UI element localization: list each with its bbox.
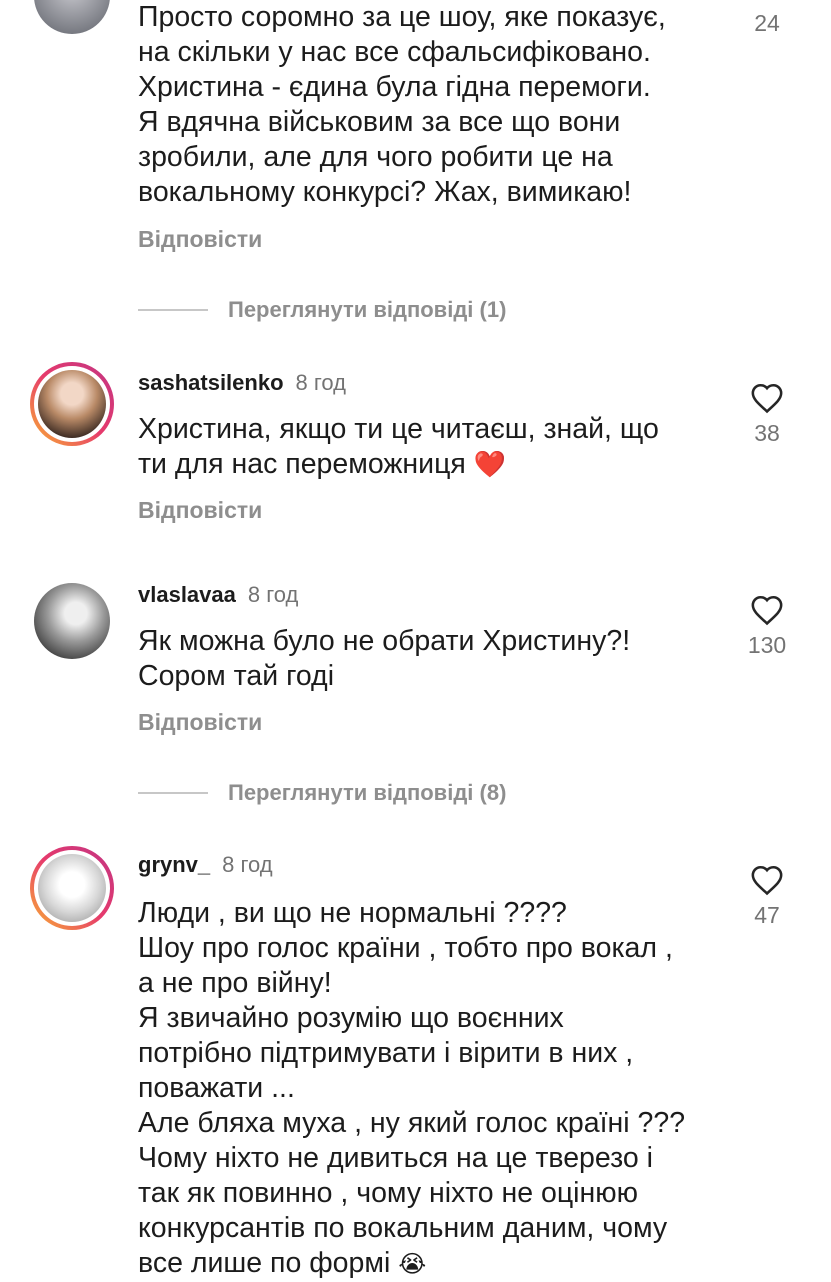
comment-text: Просто соромно за це шоу, яке показує, н…: [138, 1, 666, 208]
comment-header: sashatsilenko 8 год: [138, 370, 346, 396]
divider-line: [138, 792, 208, 794]
comment-text-body: Люди , ви що не нормальні ???? Шоу про г…: [138, 897, 686, 1279]
timestamp: 8 год: [222, 852, 273, 877]
comment-header: grynv_ 8 год: [138, 852, 273, 878]
timestamp: 8 год: [295, 370, 346, 395]
comment-header: vlaslavaa 8 год: [138, 582, 298, 608]
crying-emoji: 😭: [398, 1251, 427, 1278]
view-replies-label: Переглянути відповіді (8): [228, 780, 507, 805]
username[interactable]: vlaslavaa: [138, 582, 236, 607]
username[interactable]: sashatsilenko: [138, 370, 284, 395]
heart-outline-icon[interactable]: [750, 864, 784, 896]
view-replies-button[interactable]: Переглянути відповіді (1): [138, 295, 506, 325]
like-button[interactable]: 38: [738, 382, 796, 447]
heart-outline-icon[interactable]: [750, 382, 784, 414]
like-count: 130: [747, 632, 787, 658]
view-replies-label: Переглянути відповіді (1): [228, 297, 507, 322]
like-button[interactable]: 47: [738, 864, 796, 929]
reply-button[interactable]: Відповісти: [138, 709, 262, 736]
comment-text: Як можна було не обрати Христину?! Сором…: [138, 625, 631, 692]
comment-text-body: Христина, якщо ти це читаєш, знай, що ти…: [138, 413, 659, 480]
comment-text: Люди , ви що не нормальні ???? Шоу про г…: [138, 896, 728, 1282]
like-count: 47: [754, 902, 780, 928]
avatar[interactable]: [34, 583, 110, 659]
divider-line: [138, 309, 208, 311]
avatar[interactable]: [30, 846, 114, 930]
heart-emoji: ❤️: [473, 449, 507, 479]
like-button[interactable]: 130: [738, 594, 796, 659]
avatar[interactable]: [34, 0, 110, 34]
reply-button[interactable]: Відповісти: [138, 226, 262, 253]
avatar[interactable]: [30, 362, 114, 446]
like-count: 24: [754, 10, 780, 36]
like-count-block: 24: [738, 10, 796, 37]
reply-button[interactable]: Відповісти: [138, 497, 262, 524]
username[interactable]: grynv_: [138, 852, 210, 877]
view-replies-button[interactable]: Переглянути відповіді (8): [138, 778, 506, 808]
like-count: 38: [754, 420, 780, 446]
heart-outline-icon[interactable]: [750, 594, 784, 626]
timestamp: 8 год: [247, 582, 299, 607]
comment-text: Христина, якщо ти це читаєш, знай, що ти…: [138, 412, 728, 482]
